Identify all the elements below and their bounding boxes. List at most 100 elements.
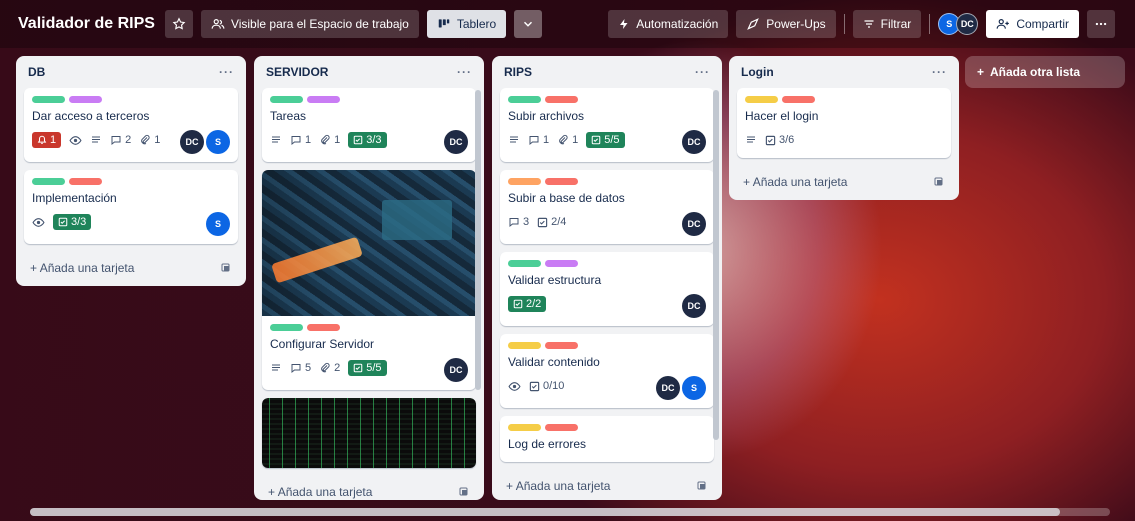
more-icon[interactable]: ··· (219, 65, 234, 79)
card-labels[interactable] (508, 260, 706, 267)
avatar[interactable]: DC (656, 376, 680, 400)
label-red[interactable] (545, 424, 578, 431)
card[interactable]: Subir a base de datos 3 2/4 DC (500, 170, 714, 244)
label-purple[interactable] (545, 260, 578, 267)
more-icon[interactable]: ··· (457, 65, 472, 79)
card[interactable] (262, 398, 476, 468)
label-red[interactable] (782, 96, 815, 103)
list-header[interactable]: RIPS ··· (500, 56, 714, 88)
label-yellow[interactable] (508, 342, 541, 349)
label-red[interactable] (545, 342, 578, 349)
list-title[interactable]: Login (741, 65, 774, 79)
card-labels[interactable] (745, 96, 943, 103)
board-title[interactable]: Validador de RIPS (18, 15, 155, 33)
card-labels[interactable] (508, 424, 706, 431)
add-card-button[interactable]: + Añada una tarjeta (500, 470, 714, 502)
label-green[interactable] (508, 260, 541, 267)
card-labels[interactable] (508, 96, 706, 103)
template-icon[interactable] (220, 262, 232, 274)
list-title[interactable]: DB (28, 65, 45, 79)
view-switcher-button[interactable] (514, 10, 543, 38)
card-labels[interactable] (32, 96, 230, 103)
attachment-icon (139, 134, 151, 146)
card[interactable]: Dar acceso a terceros 1 2 1 DC S (24, 88, 238, 162)
star-button[interactable] (164, 10, 193, 38)
label-purple[interactable] (69, 96, 102, 103)
avatar[interactable]: DC (682, 130, 706, 154)
due-badge[interactable]: 1 (32, 132, 62, 148)
filter-button[interactable]: Filtrar (852, 10, 922, 38)
label-yellow[interactable] (745, 96, 778, 103)
add-list-button[interactable]: + Añada otra lista (965, 56, 1125, 88)
view-board-button[interactable]: Tablero (426, 10, 507, 38)
list-scrollbar[interactable] (475, 90, 481, 390)
checklist-badge: 5/5 (586, 132, 625, 148)
list-scrollbar[interactable] (713, 90, 719, 440)
list-header[interactable]: DB ··· (24, 56, 238, 88)
card-title: Tareas (270, 109, 307, 123)
avatar[interactable]: DC (682, 212, 706, 236)
label-green[interactable] (32, 96, 65, 103)
label-green[interactable] (508, 96, 541, 103)
card[interactable]: Implementación 3/3 S (24, 170, 238, 244)
card-badges: 5 2 5/5 (270, 357, 468, 379)
card[interactable]: Validar contenido 0/10 DC S (500, 334, 714, 408)
card-labels[interactable] (508, 342, 706, 349)
comment-icon (290, 134, 302, 146)
label-green[interactable] (270, 96, 303, 103)
list-title[interactable]: RIPS (504, 65, 532, 79)
template-icon[interactable] (933, 176, 945, 188)
more-icon[interactable]: ··· (932, 65, 947, 79)
list-header[interactable]: Login ··· (737, 56, 951, 88)
checklist-badge: 0/10 (529, 380, 564, 392)
label-red[interactable] (307, 324, 340, 331)
automation-button[interactable]: Automatización (608, 10, 729, 38)
avatar[interactable]: S (682, 376, 706, 400)
card-labels[interactable] (270, 324, 468, 331)
label-purple[interactable] (307, 96, 340, 103)
card-labels[interactable] (32, 178, 230, 185)
label-red[interactable] (545, 178, 578, 185)
add-card-button[interactable]: + Añada una tarjeta (737, 166, 951, 198)
checklist-count: 0/10 (543, 380, 565, 392)
template-icon[interactable] (696, 480, 708, 492)
card[interactable]: Configurar Servidor 5 2 5/5 DC (262, 170, 476, 390)
board-menu-button[interactable] (1087, 10, 1115, 38)
template-icon[interactable] (458, 486, 470, 498)
avatar[interactable]: DC (956, 13, 979, 35)
avatar[interactable]: DC (444, 358, 468, 382)
description-icon (270, 134, 282, 146)
avatar[interactable]: S (206, 130, 230, 154)
comments-badge: 5 (290, 362, 311, 374)
label-yellow[interactable] (508, 424, 541, 431)
share-label: Compartir (1016, 17, 1069, 31)
avatar[interactable]: DC (682, 294, 706, 318)
avatar[interactable]: S (206, 212, 230, 236)
more-icon[interactable]: ··· (695, 65, 710, 79)
card[interactable]: Log de errores (500, 416, 714, 462)
card[interactable]: Tareas 1 1 3/3 DC (262, 88, 476, 162)
avatar[interactable]: DC (444, 130, 468, 154)
card-labels[interactable] (270, 96, 468, 103)
filter-label: Filtrar (880, 17, 912, 31)
attachment-icon (319, 134, 331, 146)
card[interactable]: Subir archivos 1 1 5/5 DC (500, 88, 714, 162)
share-button[interactable]: Compartir (986, 10, 1079, 38)
list-title[interactable]: SERVIDOR (266, 65, 328, 79)
label-red[interactable] (545, 96, 578, 103)
add-card-button[interactable]: + Añada una tarjeta (262, 476, 476, 508)
card[interactable]: Validar estructura 2/2 DC (500, 252, 714, 326)
label-green[interactable] (270, 324, 303, 331)
list-header[interactable]: SERVIDOR ··· (262, 56, 476, 88)
comments-badge: 2 (110, 134, 131, 146)
powerups-button[interactable]: Power-Ups (736, 10, 836, 38)
visibility-button[interactable]: Visible para el Espacio de trabajo (200, 10, 419, 38)
label-red[interactable] (69, 178, 102, 185)
card-labels[interactable] (508, 178, 706, 185)
board-scrollbar-thumb[interactable] (30, 508, 1060, 516)
label-green[interactable] (32, 178, 65, 185)
card[interactable]: Hacer el login 3/6 (737, 88, 951, 158)
avatar[interactable]: DC (180, 130, 204, 154)
add-card-button[interactable]: + Añada una tarjeta (24, 252, 238, 284)
label-orange[interactable] (508, 178, 541, 185)
